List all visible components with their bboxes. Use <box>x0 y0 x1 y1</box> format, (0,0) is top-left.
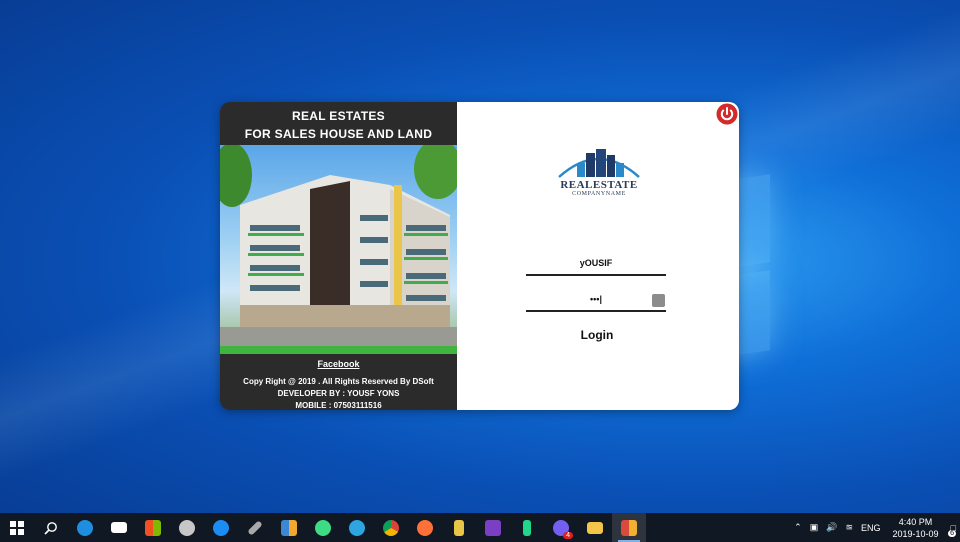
clock-date: 2019-10-09 <box>892 528 939 539</box>
visual-studio-icon[interactable] <box>476 513 510 542</box>
store-icon[interactable] <box>136 513 170 542</box>
building-image <box>220 145 457 354</box>
taskbar: 4 ⌃ ▣ 🔊 ≊ ENG 4:40 PM 2019-10-09 □ 6 <box>0 513 960 542</box>
volume-icon[interactable]: 🔊 <box>826 522 837 533</box>
network-icon[interactable]: ▣ <box>810 522 819 533</box>
language-indicator[interactable]: ENG <box>861 523 881 533</box>
search-icon[interactable] <box>34 513 68 542</box>
login-panel: REALESTATE COMPANYNAME yOUSIF •••| Login <box>457 102 739 410</box>
clock-time: 4:40 PM <box>898 516 933 527</box>
messenger-icon[interactable] <box>204 513 238 542</box>
tools-icon[interactable] <box>238 513 272 542</box>
system-tray: ⌃ ▣ 🔊 ≊ ENG 4:40 PM 2019-10-09 □ 6 <box>790 513 960 542</box>
build-tools-icon[interactable] <box>442 513 476 542</box>
login-button[interactable]: Login <box>557 328 637 342</box>
app-title-line2: FOR SALES HOUSE AND LAND <box>244 127 433 141</box>
username-field[interactable]: yOUSIF <box>526 254 666 276</box>
logo-subtitle: COMPANYNAME <box>572 191 626 197</box>
grass-strip <box>220 346 457 354</box>
clock[interactable]: 4:40 PM 2019-10-09 <box>893 516 939 540</box>
power-close-icon[interactable] <box>716 103 738 125</box>
pycharm-icon[interactable] <box>510 513 544 542</box>
viber-icon[interactable]: 4 <box>544 513 578 542</box>
active-app-icon[interactable] <box>612 513 646 542</box>
chrome-icon[interactable] <box>374 513 408 542</box>
copyright-text: Copy Right @ 2019 . All Rights Reserved … <box>243 377 434 386</box>
show-password-icon[interactable] <box>652 294 665 307</box>
notification-count: 6 <box>948 529 956 537</box>
chevron-up-icon[interactable]: ⌃ <box>794 522 802 533</box>
notification-center-icon[interactable]: □ 6 <box>948 523 956 537</box>
firefox-icon[interactable] <box>408 513 442 542</box>
telegram-icon[interactable] <box>340 513 374 542</box>
mobile-text: MOBILE : 07503111516 <box>295 401 382 410</box>
mail-icon[interactable] <box>102 513 136 542</box>
windows-start-icon[interactable] <box>0 513 34 542</box>
logo-title: REALESTATE <box>560 179 638 191</box>
edge-icon[interactable] <box>68 513 102 542</box>
branding-panel: REAL ESTATES FOR SALES HOUSE AND LAND Fa… <box>220 102 457 410</box>
paint-icon[interactable] <box>170 513 204 542</box>
login-dialog: REAL ESTATES FOR SALES HOUSE AND LAND Fa… <box>220 102 739 410</box>
folders-icon[interactable] <box>272 513 306 542</box>
developer-text: DEVELOPER BY : YOUSF YONS <box>277 389 400 398</box>
app-title-line1: REAL ESTATES <box>292 109 385 123</box>
viber-badge: 4 <box>563 532 573 539</box>
android-studio-icon[interactable] <box>306 513 340 542</box>
facebook-link[interactable]: Facebook <box>220 359 457 369</box>
company-logo: REALESTATE COMPANYNAME <box>553 147 645 203</box>
password-field[interactable]: •••| <box>526 290 666 312</box>
file-explorer-icon[interactable] <box>578 513 612 542</box>
wifi-icon[interactable]: ≊ <box>845 522 853 533</box>
